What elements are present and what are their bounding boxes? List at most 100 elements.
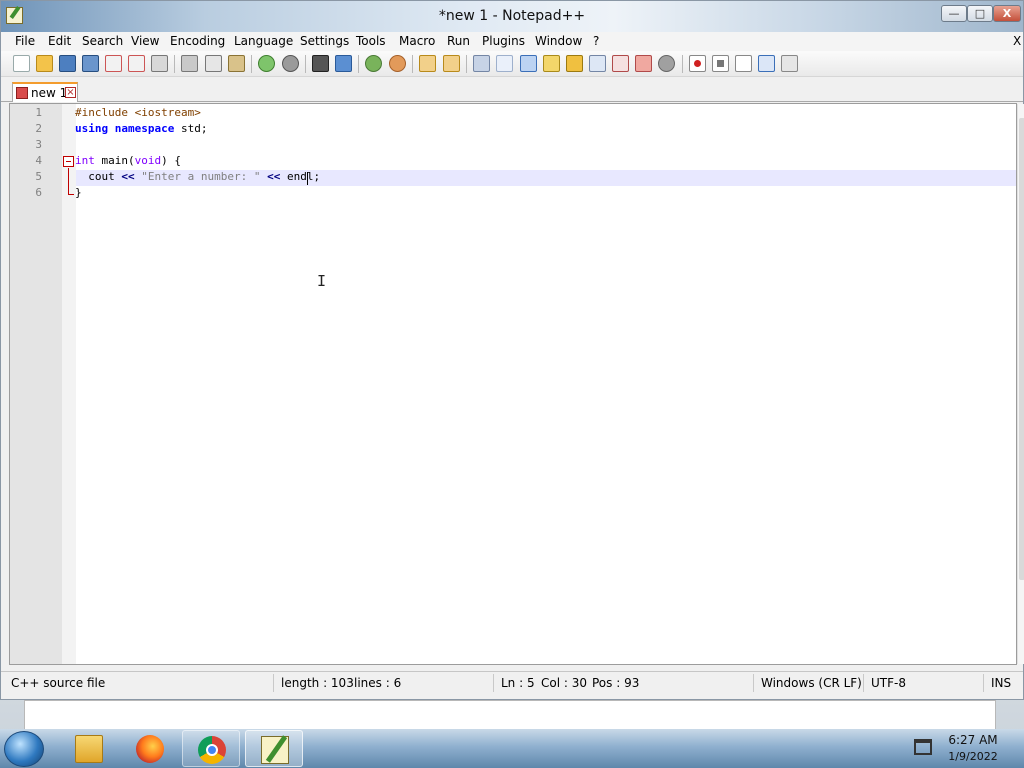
menu-plugins[interactable]: Plugins bbox=[482, 34, 525, 48]
copy-icon[interactable] bbox=[205, 55, 222, 72]
network-icon[interactable] bbox=[914, 739, 932, 755]
record-macro-icon[interactable] bbox=[689, 55, 706, 72]
toolbar-separator bbox=[358, 55, 359, 73]
status-column: Col : 30 bbox=[541, 676, 587, 690]
show-all-characters-icon[interactable] bbox=[496, 55, 513, 72]
open-file-icon[interactable] bbox=[36, 55, 53, 72]
notepad-plus-plus-icon bbox=[261, 735, 289, 764]
menu-search[interactable]: Search bbox=[82, 34, 123, 48]
clock-time[interactable]: 6:27 AM bbox=[935, 733, 1011, 747]
tab-bar: new 1 × bbox=[1, 78, 1023, 102]
code-line-4: int main(void) { bbox=[75, 154, 181, 167]
word-wrap-icon[interactable] bbox=[473, 55, 490, 72]
line-number: 2 bbox=[35, 122, 42, 135]
unsaved-document-icon bbox=[16, 87, 28, 99]
undo-icon[interactable] bbox=[258, 55, 275, 72]
menu-file[interactable]: File bbox=[15, 34, 35, 48]
menu-run[interactable]: Run bbox=[447, 34, 470, 48]
windows-start-button[interactable] bbox=[4, 731, 44, 767]
folder-as-workspace-icon[interactable] bbox=[612, 55, 629, 72]
taskbar-chrome[interactable] bbox=[182, 730, 240, 767]
save-macro-icon[interactable] bbox=[781, 55, 798, 72]
save-all-icon[interactable] bbox=[82, 55, 99, 72]
run-macro-multiple-times-icon[interactable] bbox=[758, 55, 775, 72]
menu-help[interactable]: ? bbox=[593, 34, 599, 48]
toolbar-separator bbox=[466, 55, 467, 73]
sync-horizontal-icon[interactable] bbox=[443, 55, 460, 72]
status-length: length : 103 bbox=[281, 676, 354, 690]
scrollbar-thumb[interactable] bbox=[1019, 118, 1024, 580]
keyword: using bbox=[75, 122, 109, 135]
taskbar-file-explorer[interactable] bbox=[60, 730, 118, 767]
fold-margin[interactable] bbox=[62, 104, 76, 664]
function-list-icon[interactable] bbox=[589, 55, 606, 72]
keyword: namespace bbox=[114, 122, 175, 135]
zoom-in-icon[interactable] bbox=[365, 55, 382, 72]
zoom-out-icon[interactable] bbox=[389, 55, 406, 72]
string-literal: "Enter a number: " bbox=[141, 170, 261, 183]
monitoring-icon[interactable] bbox=[635, 55, 652, 72]
notepad-plus-plus-window: *new 1 - Notepad++ — □ X File Edit Searc… bbox=[0, 0, 1024, 700]
menu-view[interactable]: View bbox=[131, 34, 159, 48]
tab-close-icon[interactable]: × bbox=[65, 87, 76, 98]
close-document-button[interactable]: X bbox=[1013, 34, 1021, 48]
toolbar-separator bbox=[174, 55, 175, 73]
maximize-button[interactable]: □ bbox=[967, 5, 993, 22]
menu-macro[interactable]: Macro bbox=[399, 34, 435, 48]
taskbar-notepad-plus-plus[interactable] bbox=[245, 730, 303, 767]
menu-window[interactable]: Window bbox=[535, 34, 582, 48]
preprocessor-directive: #include <iostream> bbox=[75, 106, 201, 119]
status-eol[interactable]: Windows (CR LF) bbox=[761, 676, 862, 690]
ibeam-cursor-icon: I bbox=[317, 272, 327, 290]
toolbar-separator bbox=[682, 55, 683, 73]
new-file-icon[interactable] bbox=[13, 55, 30, 72]
vertical-scrollbar[interactable] bbox=[1017, 104, 1024, 664]
code-editor[interactable]: 1 2 3 4 5 6 #include <iostream> using na… bbox=[9, 103, 1024, 665]
operator: << bbox=[260, 170, 287, 183]
menu-encoding[interactable]: Encoding bbox=[170, 34, 225, 48]
tab-new-1[interactable]: new 1 × bbox=[12, 82, 78, 102]
replace-icon[interactable] bbox=[335, 55, 352, 72]
status-encoding[interactable]: UTF-8 bbox=[871, 676, 906, 690]
code-text: main( bbox=[94, 154, 135, 167]
stop-recording-icon[interactable] bbox=[712, 55, 729, 72]
taskbar-firefox[interactable] bbox=[121, 730, 179, 767]
folder-icon bbox=[75, 735, 103, 763]
operator: << bbox=[114, 170, 142, 183]
background-window bbox=[24, 700, 996, 730]
status-lines: lines : 6 bbox=[354, 676, 402, 690]
menu-language[interactable]: Language bbox=[234, 34, 293, 48]
status-language: C++ source file bbox=[11, 676, 106, 690]
indent-guide-icon[interactable] bbox=[520, 55, 537, 72]
line-number: 1 bbox=[35, 106, 42, 119]
code-text: ) { bbox=[161, 154, 181, 167]
menu-settings[interactable]: Settings bbox=[300, 34, 349, 48]
playback-macro-icon[interactable] bbox=[735, 55, 752, 72]
sync-vertical-icon[interactable] bbox=[419, 55, 436, 72]
cut-icon[interactable] bbox=[181, 55, 198, 72]
type-keyword: int bbox=[75, 154, 95, 167]
save-icon[interactable] bbox=[59, 55, 76, 72]
print-icon[interactable] bbox=[151, 55, 168, 72]
status-insert-mode[interactable]: INS bbox=[991, 676, 1011, 690]
document-monitor-icon[interactable] bbox=[658, 55, 675, 72]
clock-date[interactable]: 1/9/2022 bbox=[935, 750, 1011, 763]
user-defined-language-icon[interactable] bbox=[543, 55, 560, 72]
find-icon[interactable] bbox=[312, 55, 329, 72]
close-all-icon[interactable] bbox=[128, 55, 145, 72]
fold-collapse-icon[interactable] bbox=[63, 156, 74, 167]
redo-icon[interactable] bbox=[282, 55, 299, 72]
code-line-1: #include <iostream> bbox=[75, 106, 201, 119]
menu-tools[interactable]: Tools bbox=[356, 34, 386, 48]
code-line-2: using namespace std; bbox=[75, 122, 207, 135]
status-separator bbox=[273, 674, 274, 692]
close-file-icon[interactable] bbox=[105, 55, 122, 72]
title-bar[interactable]: *new 1 - Notepad++ — □ X bbox=[1, 1, 1023, 32]
menu-edit[interactable]: Edit bbox=[48, 34, 71, 48]
minimize-button[interactable]: — bbox=[941, 5, 967, 22]
document-map-icon[interactable] bbox=[566, 55, 583, 72]
firefox-icon bbox=[136, 735, 164, 763]
close-button[interactable]: X bbox=[993, 5, 1021, 22]
paste-icon[interactable] bbox=[228, 55, 245, 72]
